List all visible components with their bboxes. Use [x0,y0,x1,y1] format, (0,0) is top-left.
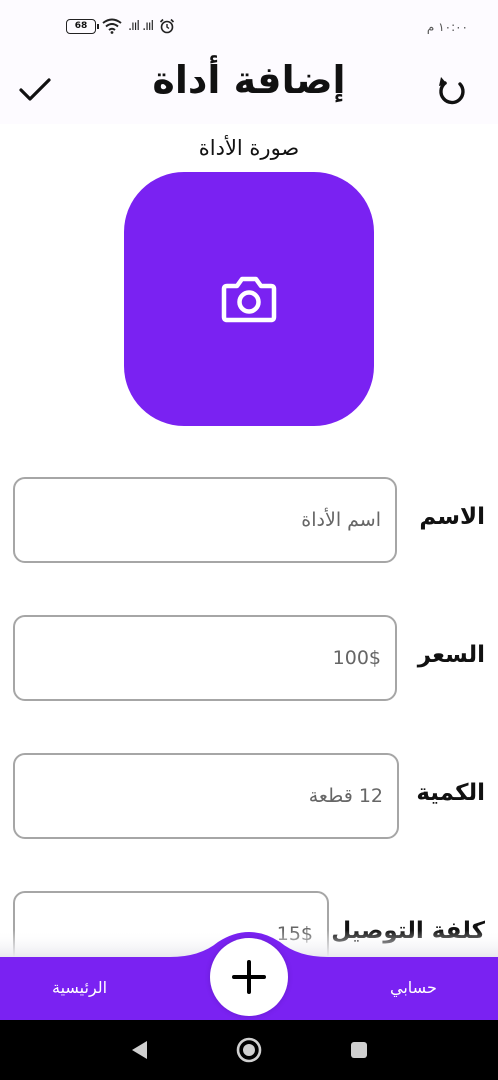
app-header: إضافة أداة [0,54,498,124]
status-time: ١٠:٠٠ م [426,20,468,34]
home-circle-icon [236,1037,262,1063]
nav-account[interactable]: حسابي [390,978,437,997]
system-navigation-bar [0,1020,498,1080]
battery-level: 68 [74,20,88,31]
plus-icon [232,960,266,994]
price-input-value: 100$ [332,647,381,669]
quantity-input-value: 12 قطعة [308,785,383,807]
add-button[interactable] [210,938,288,1016]
page-title: إضافة أداة [152,58,346,102]
name-input-value: اسم الأداة [301,509,381,531]
back-triangle-icon [132,1041,147,1059]
quantity-label: الكمية [416,780,485,806]
wifi-icon [102,18,122,34]
system-recents-button[interactable] [346,1037,372,1063]
system-home-button[interactable] [236,1037,262,1063]
system-back-button[interactable] [126,1037,152,1063]
name-label: الاسم [419,504,485,530]
bottom-navigation: الرئيسية حسابي [0,930,498,1020]
status-icons: 68 .ııl .ııl [66,18,175,34]
name-input[interactable]: اسم الأداة [13,477,397,563]
reset-button[interactable] [434,74,470,110]
status-bar: 68 .ııl .ııl ١٠:٠٠ م [0,0,498,54]
quantity-input[interactable]: 12 قطعة [13,753,399,839]
battery-icon: 68 [66,18,99,34]
nav-home[interactable]: الرئيسية [52,978,107,997]
price-label: السعر [417,642,485,668]
confirm-button[interactable] [18,72,52,106]
image-picker-button[interactable] [124,172,374,426]
camera-icon [221,276,277,323]
recents-square-icon [351,1042,367,1058]
price-input[interactable]: 100$ [13,615,397,701]
refresh-icon [439,77,465,105]
image-label: صورة الأداة [198,136,300,160]
check-icon [19,78,51,101]
alarm-icon [160,18,175,34]
signal-icon: .ııl .ııl [128,18,154,34]
